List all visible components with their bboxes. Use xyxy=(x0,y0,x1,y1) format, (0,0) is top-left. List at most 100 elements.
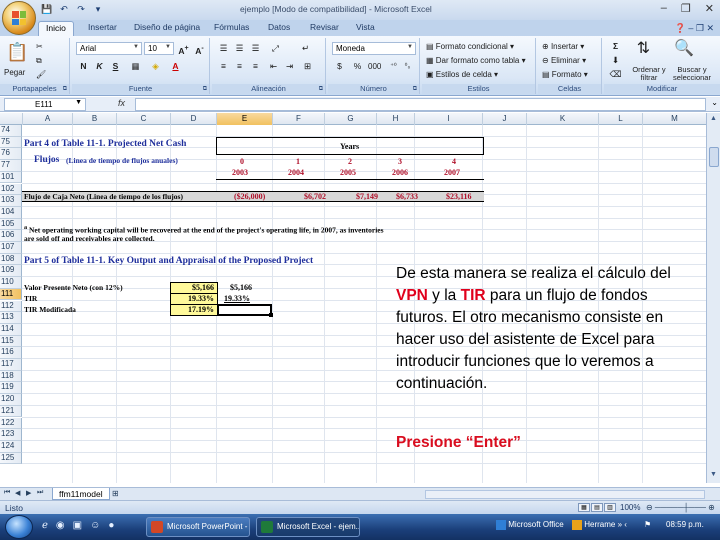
align-top-icon[interactable]: ☰ xyxy=(216,42,231,55)
column-header-i[interactable]: I xyxy=(414,113,482,125)
decrease-indent-icon[interactable]: ⇤ xyxy=(266,60,281,73)
media-icon[interactable]: ▣ xyxy=(73,520,82,531)
redo-icon[interactable]: ↷ xyxy=(74,3,88,16)
page-layout-view-icon[interactable]: ▤ xyxy=(591,503,603,512)
customize-qat-icon[interactable]: ▾ xyxy=(91,3,105,16)
row-header-108[interactable]: 108 xyxy=(0,253,22,266)
column-header-e[interactable]: E xyxy=(216,113,272,125)
column-header-l[interactable]: L xyxy=(598,113,642,125)
row-header-120[interactable]: 120 xyxy=(0,394,22,406)
column-header-h[interactable]: H xyxy=(376,113,414,125)
cut-icon[interactable]: ✂ xyxy=(36,42,43,51)
find-select-button[interactable]: Buscar y seleccionar xyxy=(668,66,716,82)
vpn-formula-cell[interactable]: $5,166 xyxy=(230,283,252,293)
row-header-106[interactable]: 106 xyxy=(0,230,22,242)
tab-formulas[interactable]: Fórmulas xyxy=(214,22,249,32)
row-header-115[interactable]: 115 xyxy=(0,335,22,348)
formula-input[interactable] xyxy=(135,98,706,111)
row-header-74[interactable]: 74 xyxy=(0,125,22,137)
paste-icon[interactable]: 📋 xyxy=(6,42,28,63)
row-header-75[interactable]: 75 xyxy=(0,136,22,149)
row-header-103[interactable]: 103 xyxy=(0,195,22,207)
sort-filter-button[interactable]: Ordenar y filtrar xyxy=(626,66,672,82)
row-header-118[interactable]: 118 xyxy=(0,370,22,383)
tab-vista[interactable]: Vista xyxy=(356,22,375,32)
italic-button[interactable]: K xyxy=(92,60,107,73)
orientation-icon[interactable]: ⤢ xyxy=(268,42,283,55)
align-left-icon[interactable]: ≡ xyxy=(216,60,231,73)
insert-function-icon[interactable]: fx xyxy=(118,98,125,108)
shortcut-icon[interactable]: ● xyxy=(108,520,114,531)
align-right-icon[interactable]: ≡ xyxy=(248,60,263,73)
first-sheet-icon[interactable]: ⏮ xyxy=(4,489,10,497)
next-sheet-icon[interactable]: ▶ xyxy=(26,489,31,497)
save-icon[interactable]: 💾 xyxy=(40,3,54,16)
zoom-slider[interactable]: ⊖ ─────┼─── ⊕ xyxy=(646,503,716,512)
fill-color-icon[interactable]: ◈ xyxy=(148,60,163,73)
row-header-122[interactable]: 122 xyxy=(0,417,22,430)
find-select-icon[interactable]: 🔍 xyxy=(674,41,694,57)
zoom-level[interactable]: 100% xyxy=(620,503,640,512)
delete-cells-button[interactable]: ⊖ Eliminar ▾ xyxy=(542,56,586,65)
column-header-m[interactable]: M xyxy=(642,113,706,125)
row-header-119[interactable]: 119 xyxy=(0,382,22,395)
fill-icon[interactable]: ⬇ xyxy=(608,54,623,67)
row-header-114[interactable]: 114 xyxy=(0,323,22,336)
scroll-down-icon[interactable]: ▼ xyxy=(710,471,717,478)
fill-handle[interactable] xyxy=(269,313,273,317)
sort-filter-icon[interactable]: ⇅ xyxy=(636,41,651,57)
row-header-123[interactable]: 123 xyxy=(0,429,22,441)
autosum-icon[interactable]: Σ xyxy=(608,40,623,53)
tab-insertar[interactable]: Insertar xyxy=(88,22,117,32)
number-launcher-icon[interactable]: ⧉ xyxy=(413,86,417,93)
undo-icon[interactable]: ↶ xyxy=(57,3,71,16)
column-header-f[interactable]: F xyxy=(272,113,324,125)
column-header-d[interactable]: D xyxy=(170,113,216,125)
scroll-thumb[interactable] xyxy=(709,147,719,167)
merge-cells-icon[interactable]: ⊞ xyxy=(300,60,315,73)
decrease-decimal-icon[interactable]: ⁰₀ xyxy=(400,60,415,73)
firefox-icon[interactable]: ◉ xyxy=(56,520,65,531)
row-header-111[interactable]: 111 xyxy=(0,288,22,301)
insert-cells-button[interactable]: ⊕ Insertar ▾ xyxy=(542,42,584,51)
alignment-launcher-icon[interactable]: ⧉ xyxy=(319,86,323,93)
increase-indent-icon[interactable]: ⇥ xyxy=(282,60,297,73)
increase-decimal-icon[interactable]: ⁺⁰ xyxy=(386,60,401,73)
row-header-110[interactable]: 110 xyxy=(0,277,22,289)
tab-inicio[interactable]: Inicio xyxy=(38,21,74,36)
tray-office[interactable]: Microsoft Office xyxy=(496,520,564,530)
row-header-117[interactable]: 117 xyxy=(0,359,22,371)
bold-button[interactable]: N xyxy=(76,60,91,73)
messenger-icon[interactable]: ☺ xyxy=(90,520,100,531)
name-box[interactable]: E111 ▼ xyxy=(4,98,86,111)
percent-icon[interactable]: % xyxy=(350,60,365,73)
close-button[interactable]: ✕ xyxy=(705,2,714,15)
clear-icon[interactable]: ⌫ xyxy=(608,68,623,81)
underline-button[interactable]: S xyxy=(108,60,123,73)
column-header-a[interactable]: A xyxy=(22,113,72,125)
font-size-select[interactable]: 10 ▼ xyxy=(144,42,174,55)
shrink-font-icon[interactable]: A- xyxy=(192,42,207,56)
align-middle-icon[interactable]: ☰ xyxy=(232,42,247,55)
font-color-icon[interactable]: A xyxy=(168,60,183,73)
conditional-format-button[interactable]: ▤ Formato condicional ▾ xyxy=(426,42,514,51)
insert-sheet-icon[interactable]: ⊞ xyxy=(112,489,119,498)
copy-icon[interactable]: ⧉ xyxy=(36,56,42,66)
row-header-76[interactable]: 76 xyxy=(0,148,22,161)
tab-diseno-pagina[interactable]: Diseño de página xyxy=(134,22,200,32)
row-header-102[interactable]: 102 xyxy=(0,183,22,196)
currency-icon[interactable]: $ xyxy=(332,60,347,73)
column-header-j[interactable]: J xyxy=(482,113,526,125)
row-header-112[interactable]: 112 xyxy=(0,300,22,313)
task-excel[interactable]: Microsoft Excel - ejem... xyxy=(256,517,360,537)
tab-revisar[interactable]: Revisar xyxy=(310,22,339,32)
thousands-separator-button[interactable]: 000 xyxy=(368,62,381,71)
format-painter-icon[interactable]: 🖌 xyxy=(36,70,46,79)
column-header-k[interactable]: K xyxy=(526,113,598,125)
align-bottom-icon[interactable]: ☰ xyxy=(248,42,263,55)
row-header-124[interactable]: 124 xyxy=(0,440,22,453)
task-powerpoint[interactable]: Microsoft PowerPoint - ... xyxy=(146,517,250,537)
office-button[interactable] xyxy=(2,1,36,35)
paste-button[interactable]: Pegar xyxy=(4,68,25,77)
row-header-107[interactable]: 107 xyxy=(0,242,22,254)
